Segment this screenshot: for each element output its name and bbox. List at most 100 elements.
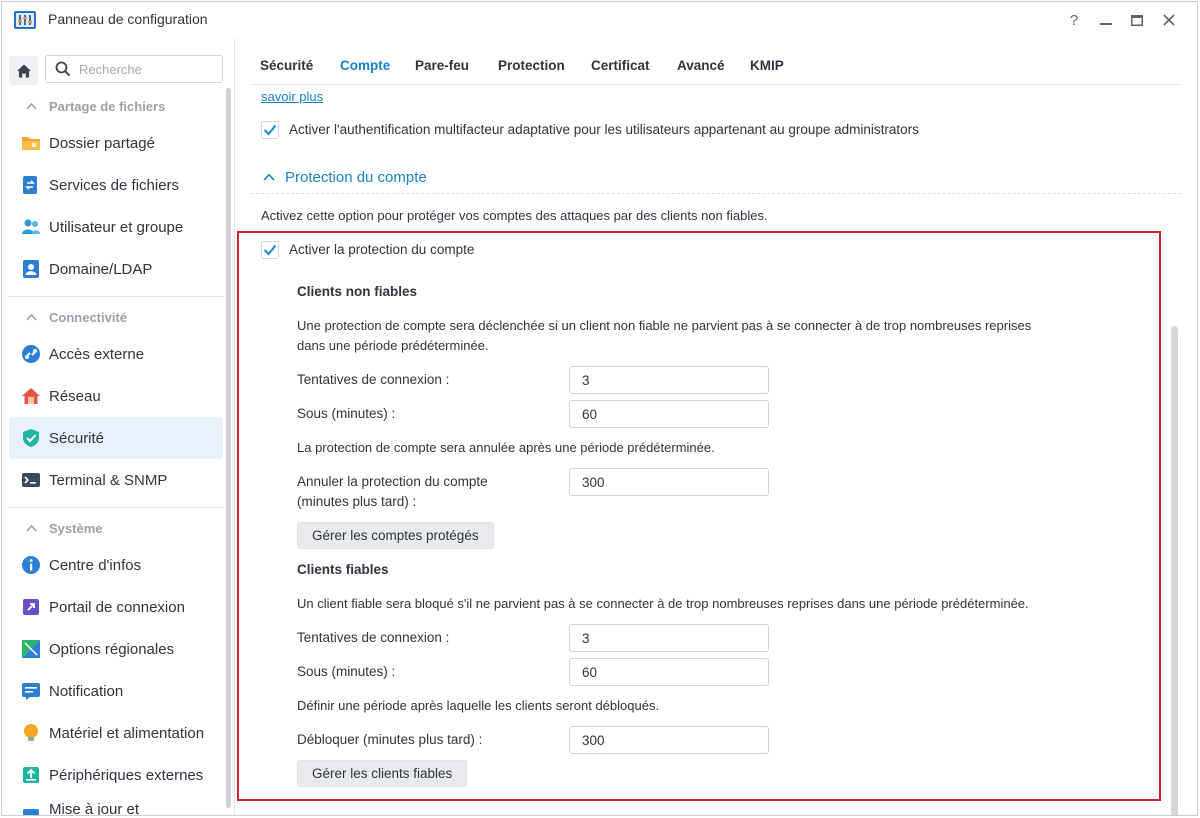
sidebar-item-login-portal[interactable]: Portail de connexion <box>9 586 223 628</box>
close-icon[interactable] <box>1157 8 1181 32</box>
house-network-icon <box>22 388 40 404</box>
section-label: Connectivité <box>49 310 128 325</box>
untrusted-within-input[interactable] <box>569 400 769 428</box>
terminal-icon <box>22 473 40 487</box>
sidebar-item-label: Sécurité <box>49 430 105 447</box>
trusted-clients-heading: Clients fiables <box>297 562 389 577</box>
chevron-up-icon <box>263 173 275 181</box>
unblock-input[interactable] <box>569 726 769 754</box>
sidebar-item-network[interactable]: Réseau <box>9 375 223 417</box>
sidebar-item-terminal-snmp[interactable]: Terminal & SNMP <box>9 459 223 501</box>
section-title: Protection du compte <box>285 169 427 186</box>
search-input[interactable] <box>79 61 217 77</box>
tab-security[interactable]: Sécurité <box>260 58 313 73</box>
sidebar-item-label: Accès externe <box>49 346 145 363</box>
tab-protection[interactable]: Protection <box>498 58 565 73</box>
minimize-icon[interactable] <box>1094 8 1118 32</box>
untrusted-clients-heading: Clients non fiables <box>297 284 418 299</box>
window-title: Panneau de configuration <box>48 11 208 27</box>
search-icon <box>55 61 71 77</box>
trusted-attempts-input[interactable] <box>569 624 769 652</box>
sidebar-item-info-center[interactable]: Centre d'infos <box>9 544 223 586</box>
sidebar-item-security[interactable]: Sécurité <box>9 417 223 459</box>
file-services-icon <box>23 176 37 194</box>
tab-certificate[interactable]: Certificat <box>591 58 650 73</box>
tab-divider <box>252 84 1182 85</box>
sidebar-item-label: Périphériques externes <box>49 767 204 784</box>
folder-icon <box>22 137 40 150</box>
cancel-protection-label-line1: Annuler la protection du compte <box>297 474 488 489</box>
divider <box>9 296 223 297</box>
maximize-icon[interactable] <box>1125 8 1149 32</box>
section-header-system[interactable]: Système <box>2 514 230 544</box>
untrusted-attempts-label: Tentatives de connexion : <box>297 372 450 387</box>
tab-kmip[interactable]: KMIP <box>750 58 784 73</box>
sidebar-item-update-restore[interactable]: Mise à jour et <box>9 796 223 816</box>
sidebar-item-label: Réseau <box>49 388 101 405</box>
sidebar-item-notification[interactable]: Notification <box>9 670 223 712</box>
cancel-protection-label-line2: (minutes plus tard) : <box>297 494 417 509</box>
sidebar-item-label: Centre d'infos <box>49 557 142 574</box>
sidebar-item-regional-options[interactable]: Options régionales <box>9 628 223 670</box>
section-description: Activez cette option pour protéger vos c… <box>261 208 768 223</box>
sidebar-item-label: Portail de connexion <box>49 599 185 616</box>
adaptive-mfa-label: Activer l'authentification multifacteur … <box>289 122 919 137</box>
cancel-protection-input[interactable] <box>569 468 769 496</box>
adaptive-mfa-checkbox[interactable] <box>261 121 279 139</box>
sidebar-item-label: Dossier partagé <box>49 135 155 152</box>
help-icon[interactable]: ? <box>1062 8 1086 32</box>
sidebar-item-external-access[interactable]: Accès externe <box>9 333 223 375</box>
sidebar-item-label: Matériel et alimentation <box>49 725 205 742</box>
sidebar-item-label: Services de fichiers <box>49 177 180 194</box>
external-access-icon <box>22 345 40 363</box>
section-header-file-sharing[interactable]: Partage de fichiers <box>2 92 230 122</box>
untrusted-attempts-input[interactable] <box>569 366 769 394</box>
notification-icon <box>22 683 40 700</box>
section-label: Partage de fichiers <box>49 99 166 114</box>
account-protection-section-header[interactable]: Protection du compte <box>251 164 1181 194</box>
sidebar-item-user-group[interactable]: Utilisateur et groupe <box>9 206 223 248</box>
regional-options-icon <box>22 640 40 658</box>
manage-trusted-clients-button[interactable]: Gérer les clients fiables <box>297 760 468 787</box>
users-icon <box>22 219 40 234</box>
enable-protection-label: Activer la protection du compte <box>289 242 475 257</box>
sidebar-item-shared-folder[interactable]: Dossier partagé <box>9 122 223 164</box>
enable-protection-checkbox[interactable] <box>261 241 279 259</box>
untrusted-cancel-note: La protection de compte sera annulée apr… <box>297 440 715 455</box>
trusted-desc: Un client fiable sera bloqué s'il ne par… <box>297 596 1029 611</box>
content-scrollbar[interactable] <box>1171 326 1178 815</box>
tab-bar: Sécurité Compte Pare-feu Protection Cert… <box>236 38 1197 86</box>
untrusted-within-label: Sous (minutes) : <box>297 406 396 421</box>
trusted-attempts-label: Tentatives de connexion : <box>297 630 450 645</box>
sidebar-item-label: Mise à jour et <box>49 801 140 816</box>
home-button[interactable] <box>9 56 38 85</box>
trusted-within-input[interactable] <box>569 658 769 686</box>
learn-more-link[interactable]: savoir plus <box>261 89 323 104</box>
sidebar-item-hardware-power[interactable]: Matériel et alimentation <box>9 712 223 754</box>
unblock-label: Débloquer (minutes plus tard) : <box>297 732 483 747</box>
tab-account[interactable]: Compte <box>340 58 390 73</box>
shield-icon <box>23 429 39 447</box>
section-header-connectivity[interactable]: Connectivité <box>2 303 230 333</box>
manage-protected-accounts-button[interactable]: Gérer les comptes protégés <box>297 522 494 549</box>
sidebar-item-external-devices[interactable]: Périphériques externes <box>9 754 223 796</box>
control-panel-window: Panneau de configuration ? Recherche Par… <box>1 1 1198 816</box>
chevron-up-icon <box>26 313 37 321</box>
search-field[interactable] <box>45 55 223 83</box>
sidebar-item-label: Domaine/LDAP <box>49 261 153 278</box>
login-portal-icon <box>23 599 39 615</box>
divider <box>9 507 223 508</box>
home-icon <box>16 64 31 77</box>
tab-advanced[interactable]: Avancé <box>677 58 725 73</box>
highlight-box <box>237 231 1161 801</box>
sidebar-item-file-services[interactable]: Services de fichiers <box>9 164 223 206</box>
sidebar: Partage de fichiers Dossier partagé Serv… <box>2 38 235 816</box>
main-content: Sécurité Compte Pare-feu Protection Cert… <box>236 38 1197 815</box>
untrusted-desc-line2: dans une période prédéterminée. <box>297 338 489 353</box>
lightbulb-icon <box>24 724 38 741</box>
section-label: Système <box>49 521 103 536</box>
tab-firewall[interactable]: Pare-feu <box>415 58 469 73</box>
control-panel-app-icon <box>14 11 36 29</box>
sidebar-item-domain-ldap[interactable]: Domaine/LDAP <box>9 248 223 290</box>
sidebar-scrollbar[interactable] <box>226 88 231 808</box>
